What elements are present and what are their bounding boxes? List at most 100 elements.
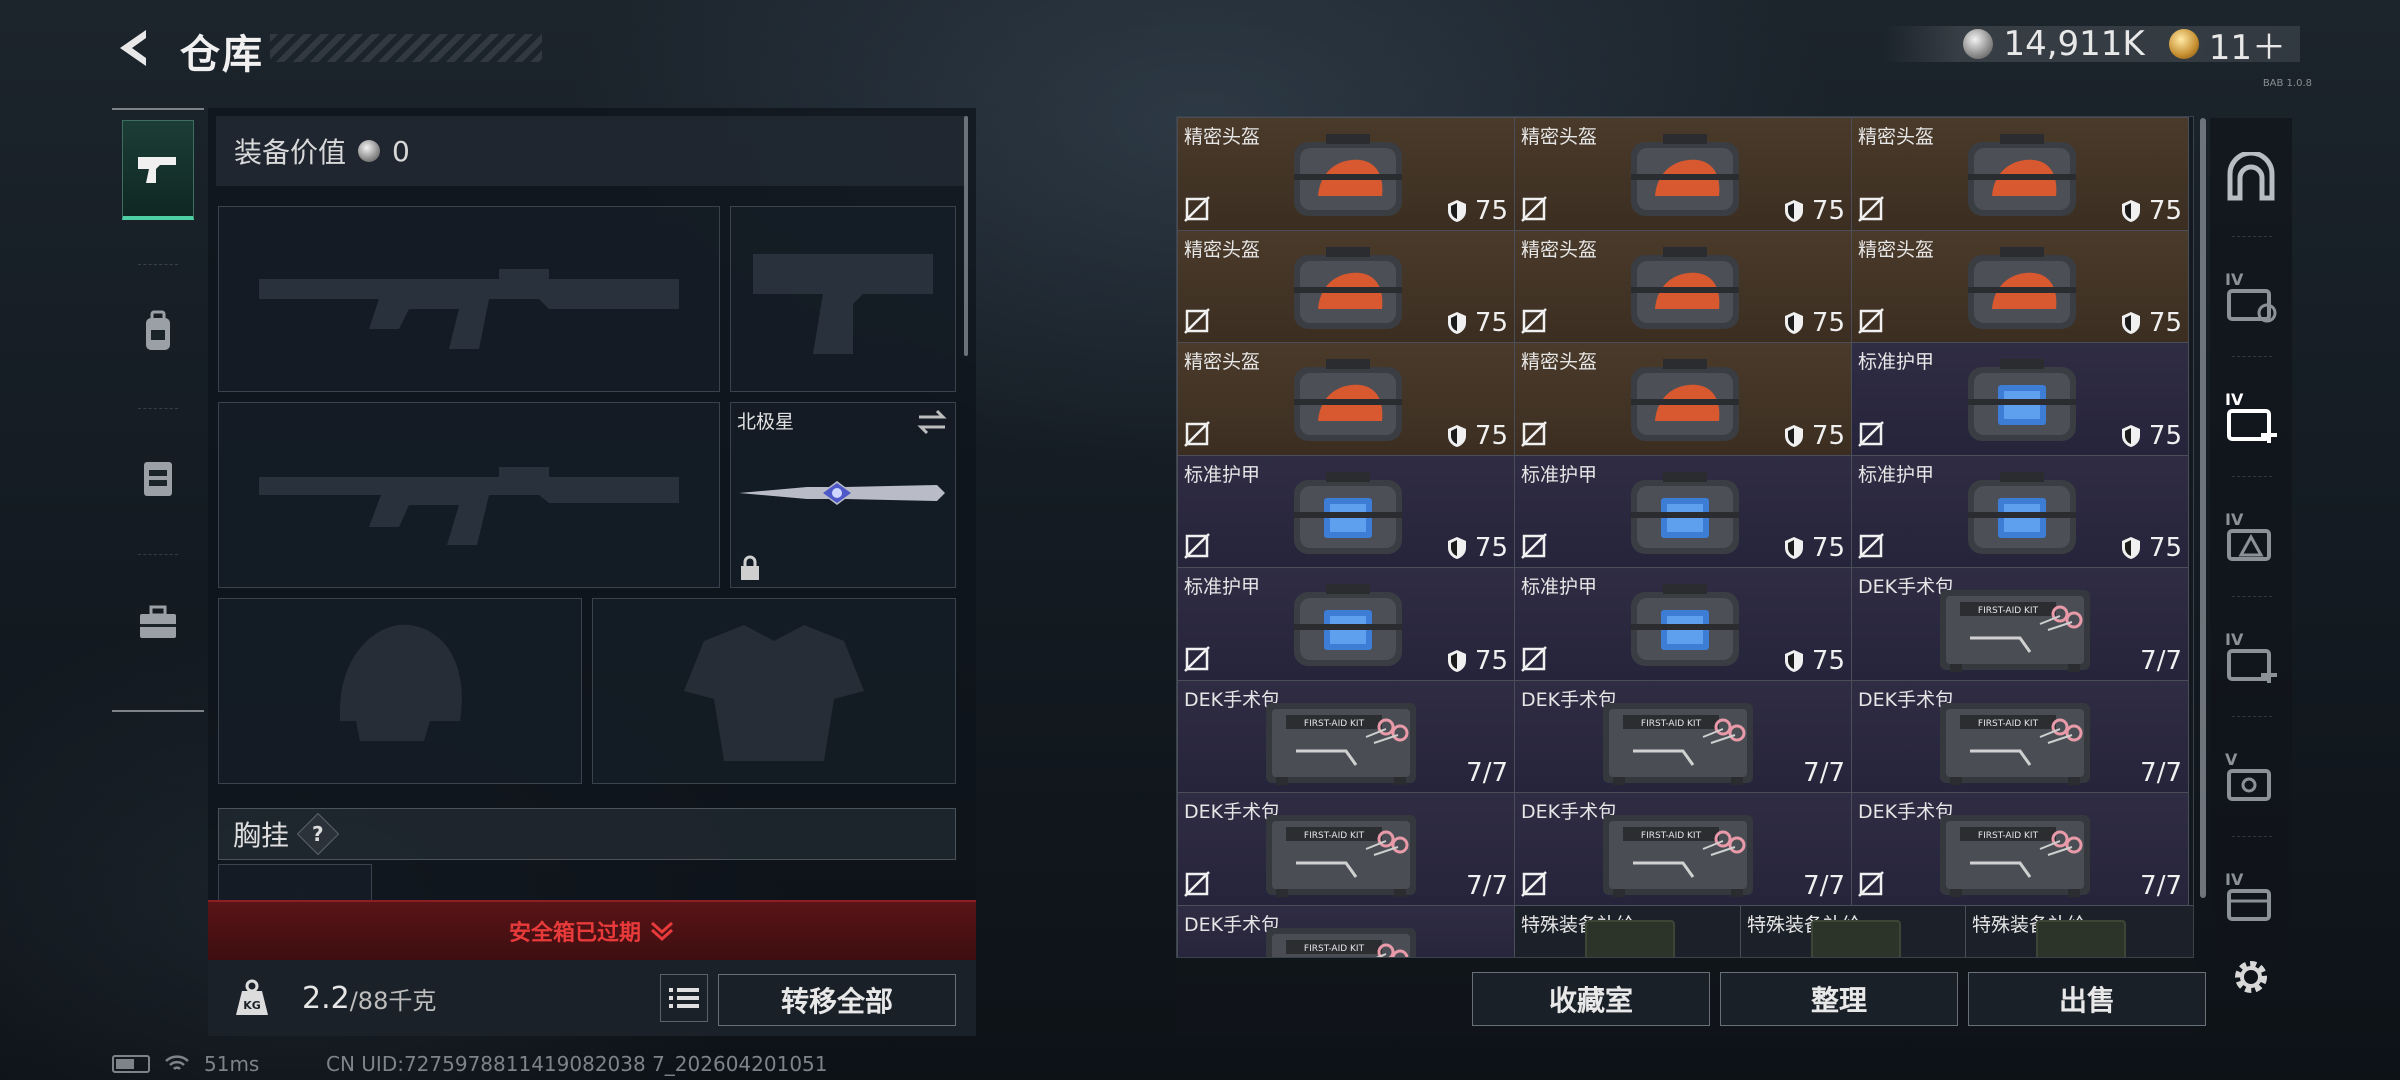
back-button[interactable] (110, 26, 154, 70)
first-aid-kit-icon: FIRST-AID KIT (1256, 691, 1426, 789)
helmet-bag-icon (1960, 126, 2084, 222)
category-weapons[interactable] (122, 120, 194, 220)
storage-grid-panel: 精密头盔 75 精密头盔 75 精密头盔 75 精密头盔 75 精密头盔 75 精密头盔 75 精密头盔… (1176, 116, 2194, 958)
item-value-text: 7/7 (1466, 758, 1508, 788)
durability-shield-icon (1784, 424, 1804, 448)
storage-item[interactable]: 精密头盔 75 (1177, 342, 1515, 456)
storage-item[interactable]: 标准护甲 75 (1851, 454, 2189, 568)
collection-room-button[interactable]: 收藏室 (1472, 972, 1710, 1026)
filter-tier-6[interactable]: IV (2210, 842, 2292, 952)
not-insured-icon (1521, 308, 1547, 334)
storage-item[interactable]: 特殊装备补给 (1740, 904, 1966, 957)
svg-text:IV: IV (2225, 870, 2244, 889)
not-insured-icon (1184, 195, 1210, 222)
chest-rig-header[interactable]: 胸挂 ? (218, 808, 956, 860)
item-value-text: 75 (1474, 533, 1508, 563)
durability-shield-icon (2121, 199, 2141, 223)
storage-item[interactable]: DEK手术包 FIRST-AID KIT 7/7 (1177, 792, 1515, 906)
category-toolbox[interactable] (122, 572, 194, 672)
lock-icon (741, 555, 759, 580)
first-aid-kit-icon: FIRST-AID KIT (1930, 691, 2100, 789)
item-value-text: 75 (1811, 645, 1845, 676)
storage-item[interactable]: 标准护甲 75 (1514, 567, 1852, 681)
filter-tier-3[interactable]: IV (2210, 482, 2292, 592)
svg-text:FIRST-AID KIT: FIRST-AID KIT (1978, 719, 2039, 729)
storage-item[interactable]: DEK手术包 FIRST-AID KIT 7/7 (1851, 792, 2189, 906)
item-name: 精密头盔 (1521, 238, 1598, 261)
storage-item[interactable]: 精密头盔 75 (1177, 229, 1515, 343)
svg-text:FIRST-AID KIT: FIRST-AID KIT (1641, 719, 1702, 729)
storage-item[interactable]: DEK手术包 FIRST-AID KIT (1177, 904, 1515, 957)
transfer-all-button[interactable]: 转移全部 (718, 974, 956, 1026)
item-value: 7/7 (2140, 871, 2182, 901)
storage-scrollbar[interactable] (2200, 118, 2206, 898)
storage-item[interactable]: 标准护甲 75 (1177, 454, 1515, 568)
helmet-slot[interactable] (218, 598, 582, 784)
durability-shield-icon (1447, 424, 1467, 448)
storage-item[interactable]: 特殊装备补给 (1965, 904, 2193, 957)
equipment-panel: 装备价值 0 北极星 胸挂 ? (208, 108, 976, 1036)
sort-button[interactable]: 整理 (1720, 972, 1958, 1026)
battery-icon (112, 1055, 150, 1073)
safe-box-expired-banner[interactable]: 安全箱已过期 (208, 900, 976, 960)
filter-tier-5[interactable]: V (2210, 722, 2292, 832)
item-value: 7/7 (1803, 871, 1845, 901)
swap-icon[interactable] (915, 409, 949, 435)
storage-item[interactable]: 精密头盔 75 (1851, 117, 2189, 231)
storage-item[interactable]: DEK手术包 FIRST-AID KIT 7/7 (1177, 679, 1515, 793)
storage-item[interactable]: DEK手术包 FIRST-AID KIT 7/7 (1514, 679, 1852, 793)
storage-item[interactable]: 精密头盔 75 (1177, 117, 1515, 231)
pistol-silhouette-icon (753, 254, 933, 354)
filter-tier-1[interactable]: IV (2210, 242, 2292, 352)
storage-item[interactable]: DEK手术包 FIRST-AID KIT 7/7 (1851, 567, 2189, 681)
rifle-silhouette-icon (259, 269, 679, 349)
first-aid-kit-icon: FIRST-AID KIT (1256, 803, 1426, 901)
durability-shield-icon (2121, 424, 2141, 448)
filter-tier-2[interactable]: IV (2210, 362, 2292, 472)
storage-item[interactable]: 标准护甲 75 (1177, 567, 1515, 681)
page-title: 仓库 (180, 32, 264, 78)
storage-item[interactable]: 特殊装备补给 (1514, 904, 1741, 957)
sell-button[interactable]: 出售 (1968, 972, 2206, 1026)
storage-grid: 精密头盔 75 精密头盔 75 精密头盔 75 精密头盔 75 精密头盔 75 精密头盔 75 精密头盔… (1177, 117, 2193, 957)
storage-item[interactable]: 精密头盔 75 (1514, 229, 1852, 343)
durability-shield-icon (1447, 311, 1467, 335)
item-name: 精密头盔 (1858, 238, 1935, 261)
not-insured-icon (1521, 195, 1547, 222)
item-value-text: 7/7 (2140, 645, 2182, 676)
category-vest[interactable] (122, 428, 194, 528)
melee-weapon-slot[interactable]: 北极星 (730, 402, 956, 588)
storage-action-bar: 收藏室 整理 出售 (1176, 958, 2206, 1036)
category-rail (112, 108, 204, 712)
gold-amount[interactable]: 11＋ (2209, 20, 2286, 69)
armor-bag-icon (1286, 464, 1410, 560)
equipment-scrollbar[interactable] (964, 116, 968, 356)
storage-item[interactable]: 精密头盔 75 (1514, 117, 1852, 231)
helmet-bag-icon (1286, 351, 1410, 447)
category-backpack[interactable] (122, 282, 194, 382)
item-value: 75 (1784, 308, 1845, 338)
not-insured-icon (1858, 870, 1884, 897)
not-insured-icon (1184, 870, 1210, 897)
svg-text:FIRST-AID KIT: FIRST-AID KIT (1304, 944, 1365, 954)
first-aid-kit-icon: FIRST-AID KIT (1593, 803, 1763, 901)
filter-tier-4[interactable]: IV (2210, 602, 2292, 712)
storage-item[interactable]: 标准护甲 75 (1851, 342, 2189, 456)
body-armor-slot[interactable] (592, 598, 956, 784)
filter-all[interactable] (2210, 124, 2292, 234)
storage-item[interactable]: 精密头盔 75 (1851, 229, 2189, 343)
item-value: 75 (2121, 421, 2182, 451)
second-weapon-slot[interactable] (218, 402, 720, 588)
item-value-text: 7/7 (1466, 870, 1508, 901)
armor-bag-icon (1623, 576, 1747, 672)
storage-item[interactable]: DEK手术包 FIRST-AID KIT 7/7 (1851, 679, 2189, 793)
settings-button[interactable] (2226, 952, 2276, 1002)
chest-rig-slot[interactable] (218, 864, 372, 904)
primary-weapon-slot[interactable] (218, 206, 720, 392)
storage-item[interactable]: DEK手术包 FIRST-AID KIT 7/7 (1514, 792, 1852, 906)
storage-item[interactable]: 标准护甲 75 (1514, 454, 1852, 568)
storage-item[interactable]: 精密头盔 75 (1514, 342, 1852, 456)
help-icon[interactable]: ? (296, 812, 340, 856)
list-view-button[interactable] (660, 974, 708, 1022)
secondary-weapon-slot[interactable] (730, 206, 956, 392)
